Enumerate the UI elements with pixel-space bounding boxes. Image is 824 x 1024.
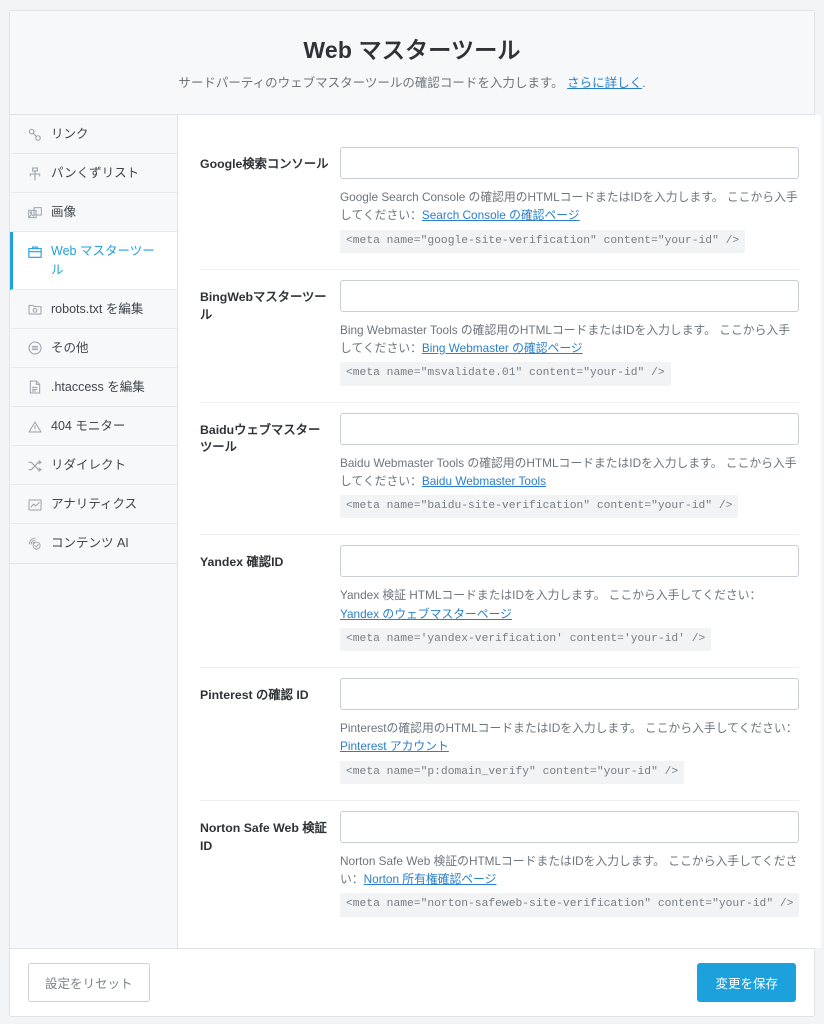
field-row: BingWebマスターツール Bing Webmaster Tools の確認用の… (200, 270, 800, 403)
image-icon (26, 204, 43, 221)
field-label: Yandex 確認ID (200, 555, 284, 570)
meta-tag-example: <meta name="msvalidate.01" content="your… (340, 362, 671, 386)
sidebar-item-label: Web マスターツール (51, 244, 155, 277)
field-help-link[interactable]: Pinterest アカウント (340, 739, 449, 753)
sidebar-item-3[interactable]: 画像 (10, 193, 177, 233)
sidebar-item-label: リダイレクト (51, 458, 127, 473)
sidebar-item-9[interactable]: リダイレクト (10, 446, 177, 486)
field-help-text: Pinterestの確認用のHTMLコードまたはIDを入力します。 ここから入手… (340, 719, 799, 784)
field-help-link[interactable]: Search Console の確認ページ (422, 208, 580, 222)
field-label: BingWebマスターツール (200, 289, 327, 322)
field-control: Norton Safe Web 検証のHTMLコードまたはIDを入力します。 こ… (340, 810, 800, 917)
settings-card: Web マスターツール サードパーティのウェブマスターツールの確認コードを入力し… (9, 10, 822, 1018)
field-label: Pinterest の確認 ID (200, 688, 309, 703)
sidebar-item-11[interactable]: コンテンツ AI (10, 524, 177, 563)
page-title: Web マスターツール (303, 37, 521, 63)
field-row: Google検索コンソール Google Search Console の確認用の… (200, 137, 800, 270)
webmaster-tools-form: Google検索コンソール Google Search Console の確認用の… (178, 115, 821, 937)
sidebar-item-label: 404 モニター (51, 419, 126, 434)
field-help-text: Baidu Webmaster Tools の確認用のHTMLコードまたはIDを… (340, 454, 799, 519)
field-help-text: Bing Webmaster Tools の確認用のHTMLコードまたはIDを入… (340, 321, 799, 386)
warning-triangle-icon (26, 418, 43, 435)
link-icon (26, 126, 43, 143)
field-control: Pinterestの確認用のHTMLコードまたはIDを入力します。 ここから入手… (340, 678, 800, 784)
shuffle-icon (26, 457, 43, 474)
card-header: Web マスターツール サードパーティのウェブマスターツールの確認コードを入力し… (10, 11, 814, 116)
page-subtitle: サードパーティのウェブマスターツールの確認コードを入力します。 さらに詳しく. (30, 75, 794, 93)
field-help-link[interactable]: Norton 所有権確認ページ (364, 872, 497, 886)
field-label: Baiduウェブマスターツール (200, 422, 321, 455)
sidebar-item-label: アナリティクス (51, 497, 138, 512)
verification-code-input[interactable] (340, 147, 800, 180)
sidebar-item-1[interactable]: リンク (10, 115, 177, 155)
verification-code-input[interactable] (340, 545, 800, 578)
field-help-description: Pinterestの確認用のHTMLコードまたはIDを入力します。 ここから入手… (340, 721, 798, 736)
sidebar-item-label: パンくずリスト (51, 166, 140, 181)
page-subtitle-text: サードパーティのウェブマスターツールの確認コードを入力します。 (178, 75, 564, 90)
meta-tag-example: <meta name="baidu-site-verification" con… (340, 495, 739, 519)
learn-more-link[interactable]: さらに詳しく (567, 76, 642, 90)
field-label: Google検索コンソール (200, 157, 329, 172)
sidebar-item-label: 画像 (51, 205, 77, 220)
page-root: Web マスターツール サードパーティのウェブマスターツールの確認コードを入力し… (0, 0, 824, 1024)
verification-code-input[interactable] (340, 412, 800, 445)
field-control: Google Search Console の確認用のHTMLコードまたはIDを… (340, 147, 800, 253)
chart-icon (26, 496, 43, 513)
verification-code-input[interactable] (340, 279, 800, 312)
card-footer: 設定をリセット 変更を保存 (10, 948, 814, 1017)
sidebar-item-label: robots.txt を編集 (51, 301, 144, 316)
sidebar-item-6[interactable]: その他 (10, 328, 177, 368)
main-content: Google検索コンソール Google Search Console の確認用の… (178, 115, 822, 949)
field-help-text: Yandex 検証 HTMLコードまたはIDを入力します。 ここから入手してくだ… (340, 586, 799, 652)
list-circle-icon (26, 340, 43, 357)
field-row: Yandex 確認ID Yandex 検証 HTMLコードまたはIDを入力します。… (200, 535, 800, 669)
content-ai-icon (26, 535, 43, 552)
document-icon (26, 379, 43, 396)
meta-tag-example: <meta name='yandex-verification' content… (340, 627, 712, 652)
field-control: Baidu Webmaster Tools の確認用のHTMLコードまたはIDを… (340, 412, 800, 519)
field-help-description: Baidu Webmaster Tools の確認用のHTMLコードまたはIDを… (340, 455, 797, 488)
field-help-link[interactable]: Baidu Webmaster Tools (422, 474, 546, 488)
robot-file-icon (26, 301, 43, 318)
verification-code-input[interactable] (340, 810, 800, 843)
sidebar-item-label: .htaccess を編集 (51, 379, 145, 394)
field-help-link[interactable]: Bing Webmaster の確認ページ (422, 341, 583, 355)
sidebar-item-2[interactable]: パンくずリスト (10, 154, 177, 194)
field-control: Yandex 検証 HTMLコードまたはIDを入力します。 ここから入手してくだ… (340, 545, 800, 652)
briefcase-icon (26, 243, 43, 260)
field-help-link[interactable]: Yandex のウェブマスターページ (340, 607, 512, 621)
sidebar-item-10[interactable]: アナリティクス (10, 485, 177, 525)
field-row: Norton Safe Web 検証ID Norton Safe Web 検証のH… (200, 801, 800, 933)
sidebar-item-label: リンク (51, 127, 89, 142)
save-changes-button[interactable]: 変更を保存 (697, 963, 796, 1003)
sidebar-item-label: その他 (51, 340, 89, 355)
reset-settings-button[interactable]: 設定をリセット (28, 963, 150, 1003)
meta-tag-example: <meta name="p:domain_verify" content="yo… (340, 760, 685, 784)
field-help-text: Norton Safe Web 検証のHTMLコードまたはIDを入力します。 こ… (340, 852, 800, 917)
sidebar-item-4[interactable]: Web マスターツール (10, 232, 177, 290)
field-label: Norton Safe Web 検証ID (200, 820, 327, 853)
field-row: Baiduウェブマスターツール Baidu Webmaster Tools の確認… (200, 403, 800, 536)
breadcrumb-icon (26, 165, 43, 182)
sidebar-nav-list: リンクパンくずリスト 画像 Web マスターツール robots.txt を編集 その他… (10, 115, 177, 564)
sidebar-item-7[interactable]: .htaccess を編集 (10, 367, 177, 408)
field-help-text: Google Search Console の確認用のHTMLコードまたはIDを… (340, 188, 799, 253)
card-body: リンクパンくずリスト 画像 Web マスターツール robots.txt を編集 その他… (10, 115, 822, 949)
sidebar-item-8[interactable]: 404 モニター (10, 407, 177, 447)
meta-tag-example: <meta name="norton-safeweb-site-verifica… (340, 893, 800, 917)
field-help-description: Yandex 検証 HTMLコードまたはIDを入力します。 ここから入手してくだ… (340, 588, 762, 603)
field-row: Pinterest の確認 ID Pinterestの確認用のHTMLコードまたは… (200, 668, 800, 801)
verification-code-input[interactable] (340, 678, 800, 711)
sidebar-item-label: コンテンツ AI (51, 536, 129, 551)
page-subtitle-period: . (642, 75, 646, 90)
sidebar-item-5[interactable]: robots.txt を編集 (10, 289, 177, 329)
meta-tag-example: <meta name="google-site-verification" co… (340, 229, 746, 253)
sidebar: リンクパンくずリスト 画像 Web マスターツール robots.txt を編集 その他… (10, 115, 178, 949)
field-control: Bing Webmaster Tools の確認用のHTMLコードまたはIDを入… (340, 279, 800, 386)
